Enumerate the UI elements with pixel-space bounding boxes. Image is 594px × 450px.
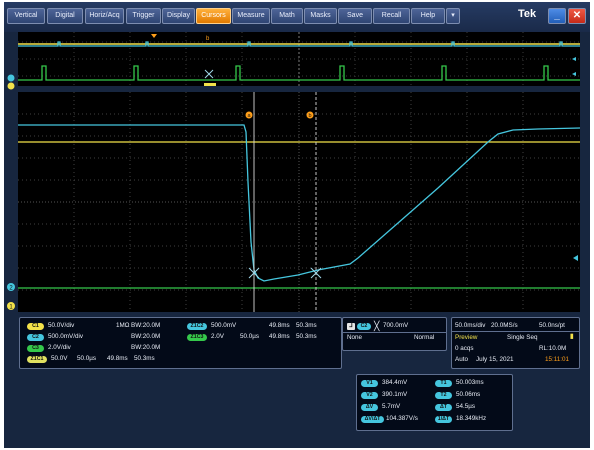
trigger-position-marker[interactable] (151, 34, 157, 38)
oscilloscope-window: Vertical Digital Horiz/Acq Trigger Displ… (4, 2, 590, 448)
tek-logo: Tek (518, 8, 537, 20)
z1c1-scale: 50.0V (51, 355, 68, 362)
dv-dt-badge: ΔV/ΔT (361, 416, 384, 423)
dv-dt-value: 104.387V/s (386, 415, 418, 422)
menu-masks[interactable]: Masks (304, 8, 337, 24)
delta-v-value: 5.7mV (382, 403, 401, 410)
ch2-bandwidth: BW:20.0M (131, 333, 161, 340)
menu-math[interactable]: Math (271, 8, 303, 24)
inv-delta-t-badge: 1/ΔT (435, 416, 452, 423)
main-waveform-pane[interactable]: a b (18, 92, 580, 312)
menu-recall[interactable]: Recall (373, 8, 410, 24)
trigger-holdoff: None (347, 334, 363, 341)
trigger-panel[interactable]: ⅃ C2 ╳ 700.0mV None Normal (342, 317, 447, 351)
t1-value: 50.003ms (456, 379, 484, 386)
acquisition-panel[interactable]: 50.0ms/div 20.0MS/s 50.0ns/pt Preview Si… (451, 317, 580, 369)
trigger-mode: Normal (414, 334, 435, 341)
acq-status: Preview (455, 334, 478, 341)
menu-digital[interactable]: Digital (47, 8, 83, 24)
trigger-slope: ╳ (374, 321, 380, 331)
ch2-trigger-level-marker[interactable] (573, 255, 578, 261)
z1c3-badge[interactable]: Z1C3 (187, 334, 207, 341)
menu-cursors[interactable]: Cursors (196, 8, 231, 24)
ch1-coupling: 1MΩ (116, 322, 130, 329)
acq-divider (452, 331, 579, 332)
trigger-divider (343, 332, 446, 333)
trigger-source-badge[interactable]: C2 (357, 323, 371, 330)
chevron-down-icon[interactable]: ▾ (446, 8, 460, 24)
z1c2-scale: 500.0mV (211, 322, 237, 329)
z1c3-time1: 50.0µs (240, 333, 260, 340)
menu-horiz-acq[interactable]: Horiz/Acq (85, 8, 124, 24)
time-per-point: 50.0ns/pt (539, 322, 565, 329)
zoom-ch2-ground-marker[interactable] (7, 74, 15, 82)
inv-delta-t-value: 18.349kHz (456, 415, 487, 422)
z1c1-time2: 49.8ms (107, 355, 128, 362)
z1c3-time3: 50.3ms (296, 333, 317, 340)
acq-count: 0 acqs (455, 345, 474, 352)
t1-badge: T1 (435, 380, 452, 387)
minimize-icon[interactable]: _ (548, 8, 566, 24)
trigger-mode-auto: Auto (455, 356, 468, 363)
zoom-cursor-b-marker[interactable]: b (206, 36, 210, 42)
t2-value: 50.06ms (456, 391, 481, 398)
z1c2-badge[interactable]: Z1C2 (187, 323, 207, 330)
acq-mode: Single Seq (507, 334, 538, 341)
menu-save[interactable]: Save (338, 8, 372, 24)
record-length: RL:10.0M (539, 345, 567, 352)
zoom-overview-svg: b (18, 32, 580, 86)
v2-badge: V2 (361, 392, 378, 399)
menu-display[interactable]: Display (162, 8, 195, 24)
left-marker-column: 2 1 (7, 74, 15, 311)
menu-measure[interactable]: Measure (232, 8, 270, 24)
z1c3-time2: 49.8ms (269, 333, 290, 340)
z1c1-badge[interactable]: Z1C1 (27, 356, 47, 363)
menu-trigger[interactable]: Trigger (126, 8, 161, 24)
zoom-overview-pane[interactable]: b (18, 32, 580, 86)
trigger-level: 700.0mV (383, 322, 409, 329)
timebase-value: 50.0ms/div (455, 322, 486, 329)
acq-date: July 15, 2021 (476, 356, 514, 363)
ch1-bandwidth: BW:20.0M (131, 322, 161, 329)
main-waveform-svg: a b (18, 92, 580, 312)
ch1-scale: 50.0V/div (48, 322, 75, 329)
ch2-scale: 500.0mV/div (48, 333, 84, 340)
acq-indicator-icon: ▮ (570, 333, 574, 340)
zoom-window-indicator[interactable] (204, 83, 216, 86)
t2-badge: T2 (435, 392, 452, 399)
menu-bar: Vertical Digital Horiz/Acq Trigger Displ… (4, 2, 590, 32)
v2-value: 390.1mV (382, 391, 408, 398)
ch1-badge[interactable]: C1 (27, 323, 44, 330)
menu-vertical[interactable]: Vertical (7, 8, 45, 24)
menu-help[interactable]: Help (411, 8, 445, 24)
zoom-ch1-ground-marker[interactable] (7, 82, 15, 90)
zoom-right-markers (572, 57, 576, 76)
acq-time: 15:11:01 (545, 356, 570, 363)
z1c2-time3: 50.3ms (296, 322, 317, 329)
ch2-badge[interactable]: C2 (27, 334, 44, 341)
close-icon[interactable]: ✕ (568, 8, 586, 24)
trigger-edge-icon: ⅃ (347, 323, 355, 330)
v1-badge: V1 (361, 380, 378, 387)
zoom-cursor-cross (204, 69, 214, 79)
ch3-scale: 2.0V/div (48, 344, 71, 351)
z1c3-scale: 2.0V (211, 333, 224, 340)
delta-v-badge: ΔV (361, 404, 378, 411)
delta-t-badge: ΔT (435, 404, 452, 411)
ch3-bandwidth: BW:20.0M (131, 344, 161, 351)
ch3-badge[interactable]: C3 (27, 345, 44, 352)
z1c2-time2: 49.8ms (269, 322, 290, 329)
v1-value: 384.4mV (382, 379, 408, 386)
z1c1-time1: 50.0µs (77, 355, 97, 362)
cursor-b-label: b (308, 113, 311, 119)
cursor-readout-panel[interactable]: V1 384.4mV V2 390.1mV ΔV 5.7mV ΔV/ΔT 104… (356, 374, 513, 431)
delta-t-value: 54.5µs (456, 403, 476, 410)
sample-rate: 20.0MS/s (491, 322, 518, 329)
channel-settings-panel: C1 50.0V/div 1MΩ BW:20.0M C2 500.0mV/div… (19, 317, 342, 369)
z1c1-time3: 50.3ms (134, 355, 155, 362)
